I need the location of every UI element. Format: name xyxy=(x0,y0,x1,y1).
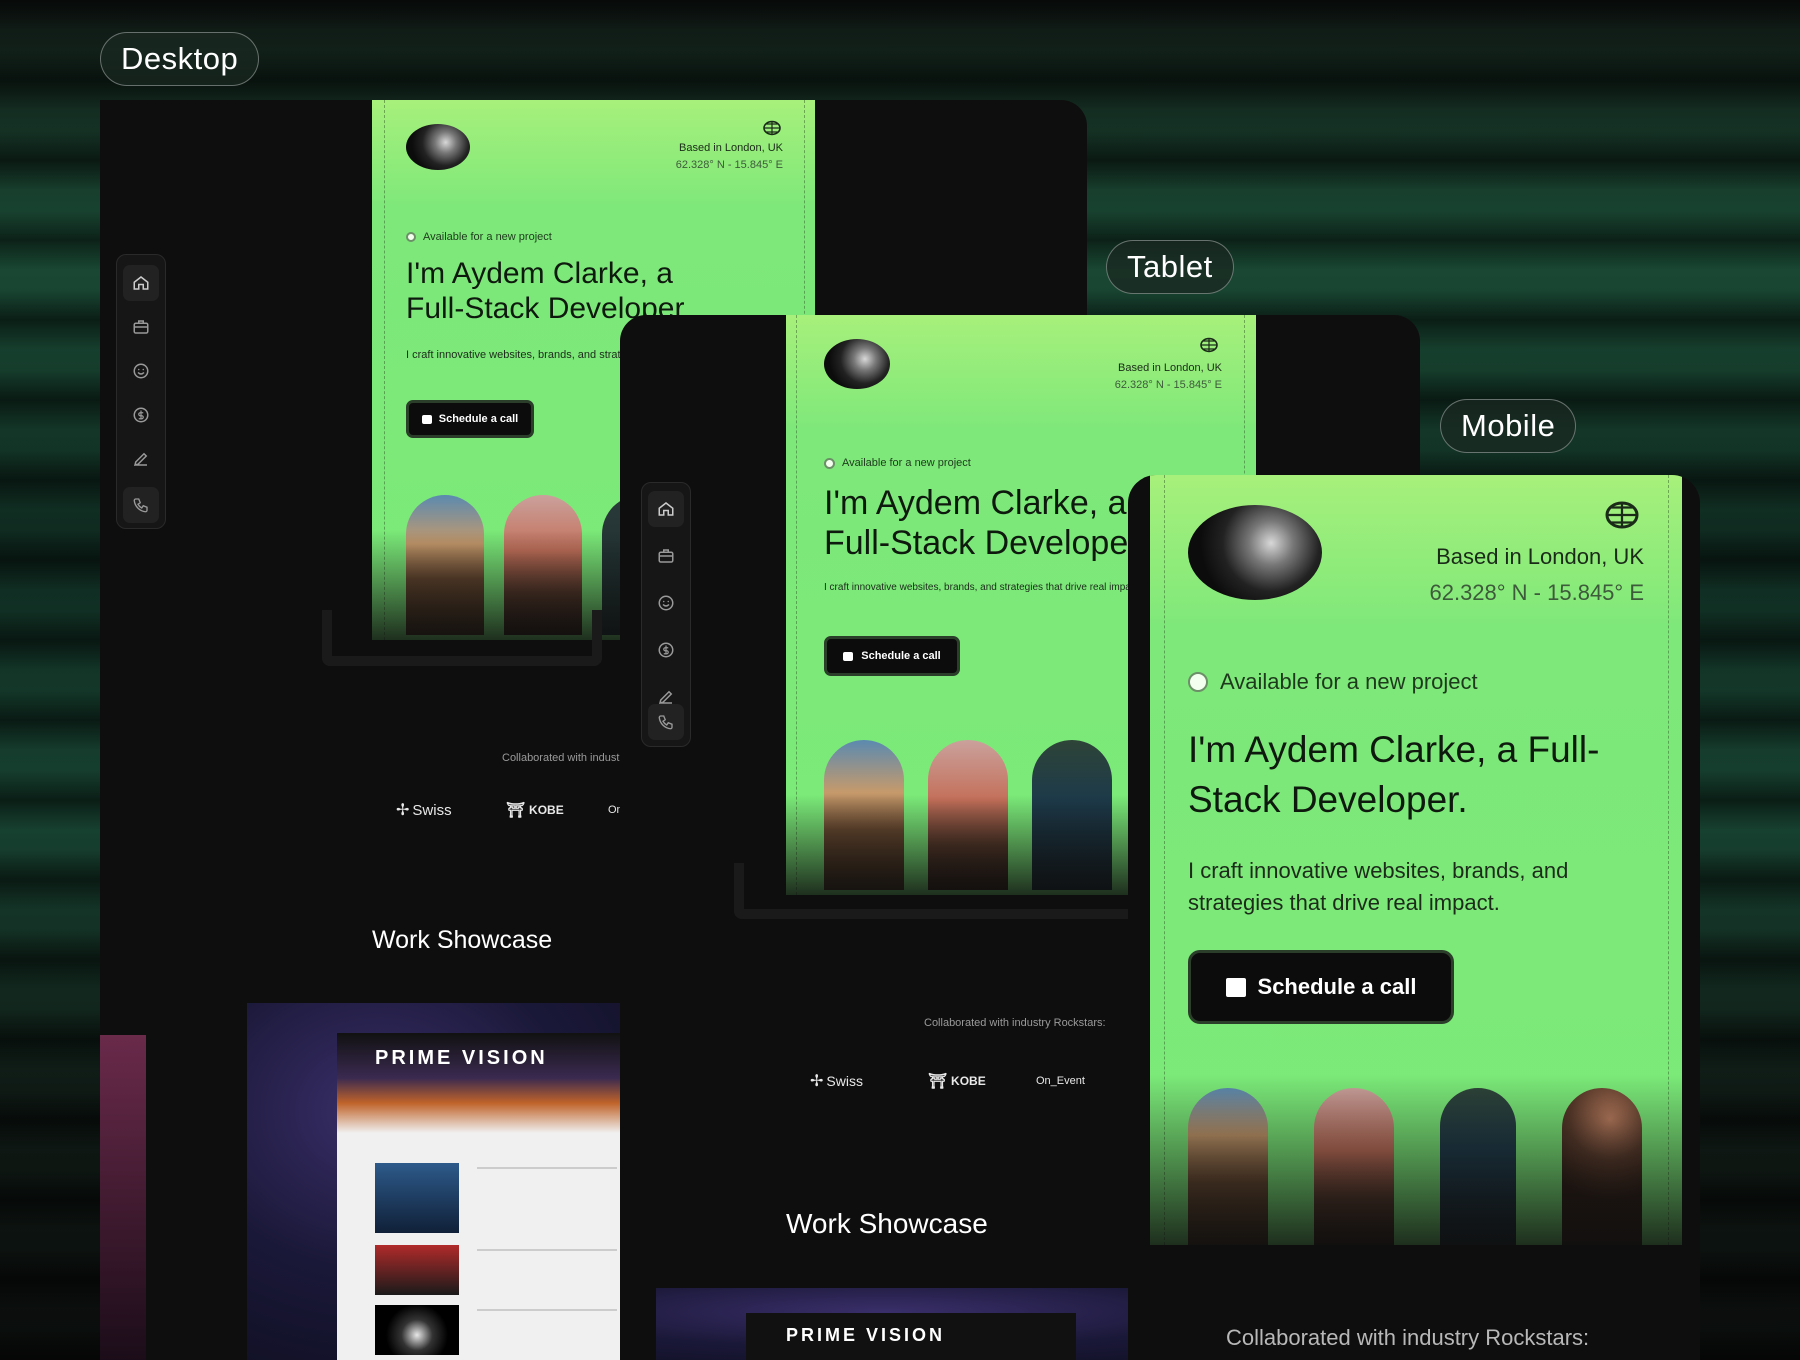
tablet-label: Tablet xyxy=(1106,240,1234,294)
mobile-collab-heading: Collaborated with industry Rockstars: xyxy=(1226,1325,1590,1350)
location-text: Based in London, UK 62.328° N - 15.845° … xyxy=(675,142,783,171)
tablet-showcase-title: Work Showcase xyxy=(786,1208,988,1239)
hero-subtitle: I craft innovative websites, brands, and… xyxy=(1188,858,1569,915)
status-dot-icon xyxy=(1188,672,1208,692)
calendar-icon xyxy=(421,414,432,424)
kobe-logo-icon: ⛩ xyxy=(928,1073,948,1090)
home-icon[interactable] xyxy=(648,491,684,527)
swiss-cross-icon: ✢ xyxy=(810,1073,824,1090)
availability-status: Available for a new project xyxy=(824,457,971,469)
desktop-hero-frame xyxy=(322,610,602,666)
calendar-icon xyxy=(1225,977,1246,997)
tablet-collab-heading: Collaborated with industry Rockstars: xyxy=(924,1017,1106,1029)
kobe-logo-icon: ⛩ xyxy=(506,802,526,819)
schedule-call-button[interactable]: Schedule a call xyxy=(824,636,960,676)
desktop-showcase-title: Work Showcase xyxy=(372,926,553,954)
status-dot-icon xyxy=(824,457,835,469)
brand-swiss: ✢ Swiss xyxy=(810,1073,863,1090)
smiley-icon[interactable] xyxy=(648,585,684,621)
location-text: Based in London, UK 62.328° N - 15.845° … xyxy=(1429,544,1644,605)
mobile-hero: Based in London, UK 62.328° N - 15.845° … xyxy=(1150,475,1682,1245)
schedule-call-button[interactable]: Schedule a call xyxy=(406,400,534,438)
tablet-hero-frame xyxy=(734,863,1154,919)
hero-subtitle: I craft innovative websites, brands, and… xyxy=(824,582,1142,593)
availability-status: Available for a new project xyxy=(406,231,552,243)
brand-on-event: On_Event xyxy=(1036,1075,1085,1087)
smiley-icon[interactable] xyxy=(123,353,159,389)
phone-icon[interactable] xyxy=(648,704,684,740)
briefcase-icon[interactable] xyxy=(648,538,684,574)
project-title: PRIME VISION xyxy=(375,1047,548,1069)
schedule-call-button[interactable]: Schedule a call xyxy=(1188,950,1454,1024)
desktop-showcase-side xyxy=(100,1035,146,1360)
mobile-device: Based in London, UK 62.328° N - 15.845° … xyxy=(1128,475,1700,1360)
tablet-sidebar xyxy=(641,482,691,747)
availability-status: Available for a new project xyxy=(1188,669,1478,695)
brand-kobe: ⛩ KOBE xyxy=(506,802,564,819)
pen-icon[interactable] xyxy=(123,441,159,477)
calendar-icon xyxy=(843,651,854,661)
brand-kobe: ⛩ KOBE xyxy=(928,1073,986,1090)
mobile-label: Mobile xyxy=(1440,399,1577,453)
phone-icon[interactable] xyxy=(123,487,159,523)
briefcase-icon[interactable] xyxy=(123,309,159,345)
dollar-icon[interactable] xyxy=(648,632,684,668)
hero-headline: I'm Aydem Clarke, a Full-Stack Developer… xyxy=(1188,729,1600,820)
globe-icon xyxy=(1605,501,1639,529)
desktop-sidebar xyxy=(116,254,166,529)
swiss-cross-icon: ✢ xyxy=(396,802,410,819)
globe-icon xyxy=(1200,337,1218,353)
globe-icon xyxy=(763,120,781,136)
desktop-collab-heading: Collaborated with indust xyxy=(502,752,620,764)
status-dot-icon xyxy=(406,232,416,242)
desktop-label: Desktop xyxy=(100,32,260,86)
brand-swiss: ✢ Swiss xyxy=(396,801,452,820)
home-icon[interactable] xyxy=(123,265,159,301)
avatar xyxy=(406,124,470,170)
hero-headline: I'm Aydem Clarke, a Full-Stack Developer xyxy=(824,484,1140,563)
location-text: Based in London, UK 62.328° N - 15.845° … xyxy=(1114,362,1222,391)
avatar xyxy=(824,339,890,389)
avatar xyxy=(1188,505,1322,600)
dollar-icon[interactable] xyxy=(123,397,159,433)
project-title: PRIME VISION xyxy=(786,1325,946,1345)
